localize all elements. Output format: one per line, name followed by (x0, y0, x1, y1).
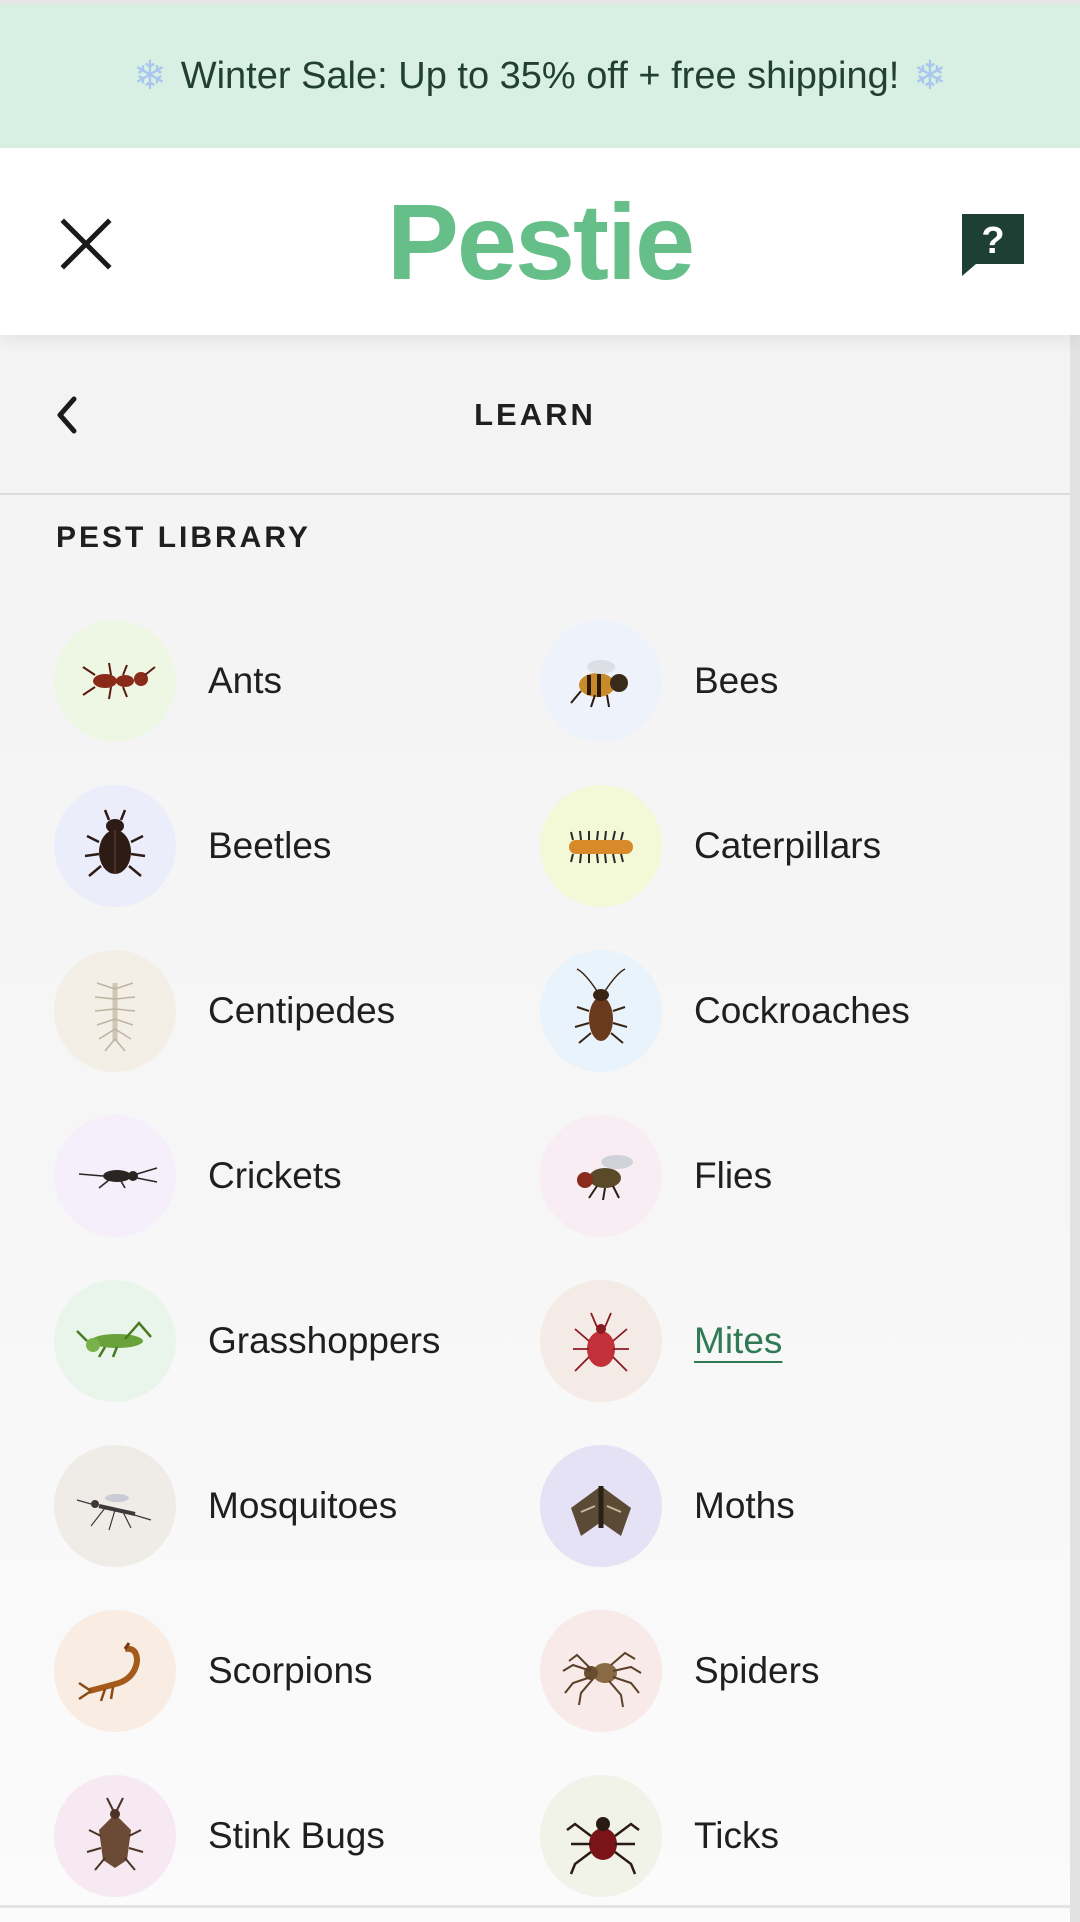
page: ❄ Winter Sale: Up to 35% off + free ship… (0, 0, 1080, 1922)
pest-label: Scorpions (208, 1650, 373, 1691)
pest-link-ticks[interactable]: Ticks (540, 1774, 1020, 1898)
pest-link-crickets[interactable]: Crickets (54, 1114, 534, 1238)
pest-link-grasshoppers[interactable]: Grasshoppers (54, 1279, 534, 1403)
pest-link-bees[interactable]: Bees (540, 619, 1020, 743)
mite-icon (540, 1280, 662, 1402)
scorpion-icon (54, 1610, 176, 1732)
pest-label: Moths (694, 1485, 795, 1526)
beetle-icon (54, 785, 176, 907)
pest-link-mites[interactable]: Mites (540, 1279, 1020, 1403)
help-chat-icon: ? (962, 214, 1024, 276)
pest-library-grid: Ants Bees Beetles Caterpillars Centipedes Coc… (0, 335, 1070, 1922)
pest-label: Mites (694, 1320, 783, 1361)
logo[interactable]: Pestie (0, 188, 1080, 296)
pest-link-ants[interactable]: Ants (54, 619, 534, 743)
moth-icon (540, 1445, 662, 1567)
snowflake-icon: ❄ (133, 54, 167, 98)
bee-icon (540, 620, 662, 742)
fly-icon (540, 1115, 662, 1237)
mosquito-icon (54, 1445, 176, 1567)
pest-label: Mosquitoes (208, 1485, 398, 1526)
pest-label: Ticks (694, 1815, 779, 1856)
scrollbar[interactable] (1070, 335, 1080, 1922)
pest-label: Cockroaches (694, 990, 910, 1031)
pest-link-moths[interactable]: Moths (540, 1444, 1020, 1568)
pest-link-flies[interactable]: Flies (540, 1114, 1020, 1238)
pest-link-caterpillars[interactable]: Caterpillars (540, 784, 1020, 908)
pest-label: Beetles (208, 825, 332, 866)
pest-label: Bees (694, 660, 779, 701)
learn-menu-panel: LEARN PEST LIBRARY Ants Bees Beetles Caterp… (0, 335, 1070, 1922)
stink-bug-icon (54, 1775, 176, 1897)
pest-label: Grasshoppers (208, 1320, 441, 1361)
pest-label: Flies (694, 1155, 773, 1196)
svg-text:?: ? (981, 220, 1004, 262)
pest-link-stink-bugs[interactable]: Stink Bugs (54, 1774, 534, 1898)
pest-label: Ants (208, 660, 283, 701)
pest-link-mosquitoes[interactable]: Mosquitoes (54, 1444, 534, 1568)
cricket-icon (54, 1115, 176, 1237)
pest-link-spiders[interactable]: Spiders (540, 1609, 1020, 1733)
divider (0, 1905, 1070, 1908)
centipede-icon (54, 950, 176, 1072)
pest-label: Centipedes (208, 990, 396, 1031)
promo-text: Winter Sale: Up to 35% off + free shippi… (180, 54, 900, 97)
help-button[interactable]: ? (958, 210, 1028, 280)
grasshopper-icon (54, 1280, 176, 1402)
pest-label: Caterpillars (694, 825, 882, 866)
cockroach-icon (540, 950, 662, 1072)
site-header: Pestie ? (0, 148, 1080, 335)
pest-link-cockroaches[interactable]: Cockroaches (540, 949, 1020, 1073)
spider-icon (540, 1610, 662, 1732)
pest-label: Stink Bugs (208, 1815, 385, 1856)
promo-banner[interactable]: ❄ Winter Sale: Up to 35% off + free ship… (0, 0, 1080, 148)
pest-link-centipedes[interactable]: Centipedes (54, 949, 534, 1073)
snowflake-icon: ❄ (913, 54, 947, 98)
ant-icon (54, 620, 176, 742)
pest-link-beetles[interactable]: Beetles (54, 784, 534, 908)
caterpillar-icon (540, 785, 662, 907)
pest-link-scorpions[interactable]: Scorpions (54, 1609, 534, 1733)
pest-label: Crickets (208, 1155, 342, 1196)
tick-icon (540, 1775, 662, 1897)
pest-label: Spiders (694, 1650, 820, 1691)
